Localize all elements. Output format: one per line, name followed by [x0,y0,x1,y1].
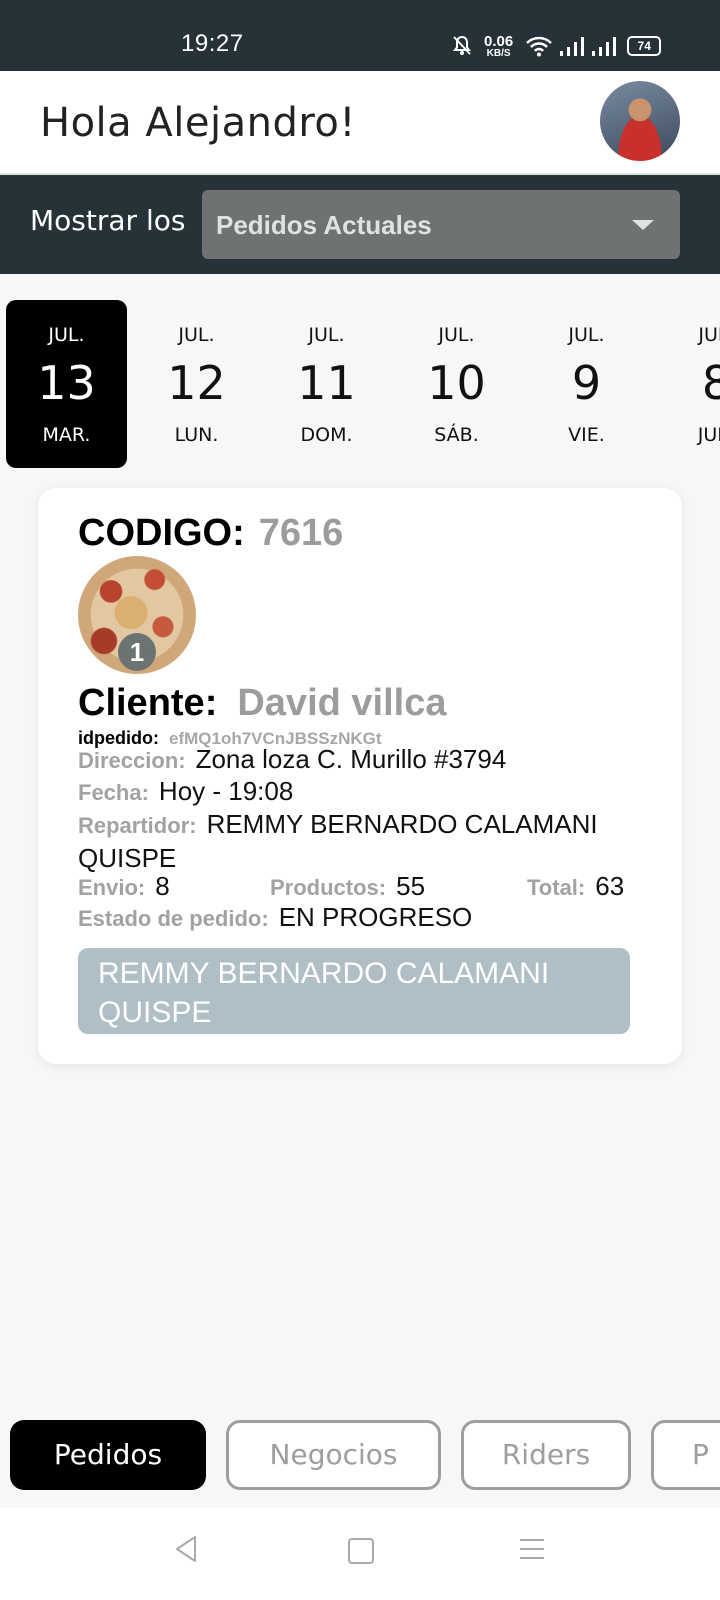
rider-label: Repartidor: [78,813,197,838]
status-value: EN PROGRESO [278,902,473,932]
system-nav-bar [0,1508,720,1600]
order-date: Fecha: Hoy - 19:08 [78,776,293,807]
status-time: 19:27 [181,30,244,57]
order-rider: Repartidor: REMMY BERNARDO CALAMANI QUISP… [78,808,638,874]
date-label: Fecha: [78,780,149,805]
date-item[interactable]: JUL. 12 LUN. [136,300,257,468]
tab-riders[interactable]: Riders [461,1420,631,1490]
order-filter-value: Pedidos Actuales [216,210,432,240]
client-name: David villca [237,682,447,724]
order-total: Total: 63 [527,871,624,902]
date-day: 12 [167,356,226,410]
date-day: 13 [37,356,96,410]
order-code-value: 7616 [258,512,344,554]
app-header: Hola Alejandro! [0,71,720,175]
back-icon[interactable] [173,1534,199,1564]
wifi-icon [526,36,553,57]
assigned-rider-button[interactable]: REMMY BERNARDO CALAMANI QUISPE [78,948,630,1034]
battery-icon: 74 [627,36,662,56]
order-status: Estado de pedido: EN PROGRESO [78,902,472,933]
date-weekday: VIE. [568,424,605,446]
date-weekday: LUN. [174,424,219,446]
date-month: JUL. [698,324,720,346]
shipping-label: Envio: [78,875,146,900]
date-item[interactable]: JUL. 8 JUE. [656,300,720,468]
date-day: 9 [571,356,602,410]
order-products: Productos: 55 [270,871,425,902]
status-bar: 19:27 0.06 KB/S 74 [0,0,720,71]
net-speed-value: 0.06 [484,32,514,50]
date-strip[interactable]: JUL. 13 MAR. JUL. 12 LUN. JUL. 11 DOM. J… [0,300,720,468]
bell-off-icon [453,35,471,55]
avatar[interactable] [600,81,680,161]
order-card[interactable]: CODIGO: 7616 1 Cliente: David villca idped… [38,488,682,1064]
order-code-label: CODIGO: [78,512,245,554]
address-label: Direccion: [78,748,186,773]
shipping-value: 8 [155,871,170,901]
home-icon[interactable] [348,1538,374,1564]
date-day: 10 [427,356,486,410]
total-label: Total: [527,875,586,900]
date-month: JUL. [178,324,215,346]
products-label: Productos: [270,875,387,900]
tab-negocios[interactable]: Negocios [226,1420,441,1490]
date-item[interactable]: JUL. 11 DOM. [266,300,387,468]
caret-down-icon [632,220,654,230]
menu-icon[interactable] [520,1539,544,1566]
status-label: Estado de pedido: [78,906,269,931]
filter-label: Mostrar los [30,204,186,237]
order-shipping: Envio: 8 [78,871,170,902]
greeting-title: Hola Alejandro! [40,100,356,146]
date-month: JUL. [48,324,85,346]
network-speed: 0.06 KB/S [484,34,513,59]
date-value: Hoy - 19:08 [158,776,294,806]
tab-pedidos[interactable]: Pedidos [10,1420,206,1490]
filter-bar: Mostrar los Pedidos Actuales [0,175,720,274]
date-month: JUL. [568,324,605,346]
date-month: JUL. [438,324,475,346]
order-filter-select[interactable]: Pedidos Actuales [202,190,680,259]
date-weekday: SÁB. [434,424,479,446]
battery-level: 74 [637,39,651,53]
client-label: Cliente: [78,682,218,724]
products-value: 55 [396,871,426,901]
signal-icon [592,37,617,56]
date-item-selected[interactable]: JUL. 13 MAR. [6,300,127,468]
address-value: Zona loza C. Murillo #3794 [195,744,507,774]
date-day: 11 [297,356,356,410]
date-item[interactable]: JUL. 9 VIE. [526,300,647,468]
date-weekday: JUE. [697,424,720,446]
date-day: 8 [701,356,720,410]
item-count-badge: 1 [118,633,156,671]
signal-icon [560,37,585,56]
net-speed-unit: KB/S [486,47,511,59]
status-icons: 0.06 KB/S 74 [452,33,662,59]
order-address: Direccion: Zona loza C. Murillo #3794 [78,744,506,775]
order-client: Cliente: David villca [78,682,446,725]
date-month: JUL. [308,324,345,346]
date-weekday: MAR. [42,424,91,446]
tab-partial[interactable]: P [651,1420,720,1490]
date-weekday: DOM. [300,424,353,446]
bottom-tabs: Pedidos Negocios Riders P [0,1420,720,1492]
order-code: CODIGO: 7616 [78,512,343,555]
date-item[interactable]: JUL. 10 SÁB. [396,300,517,468]
total-value: 63 [595,871,625,901]
